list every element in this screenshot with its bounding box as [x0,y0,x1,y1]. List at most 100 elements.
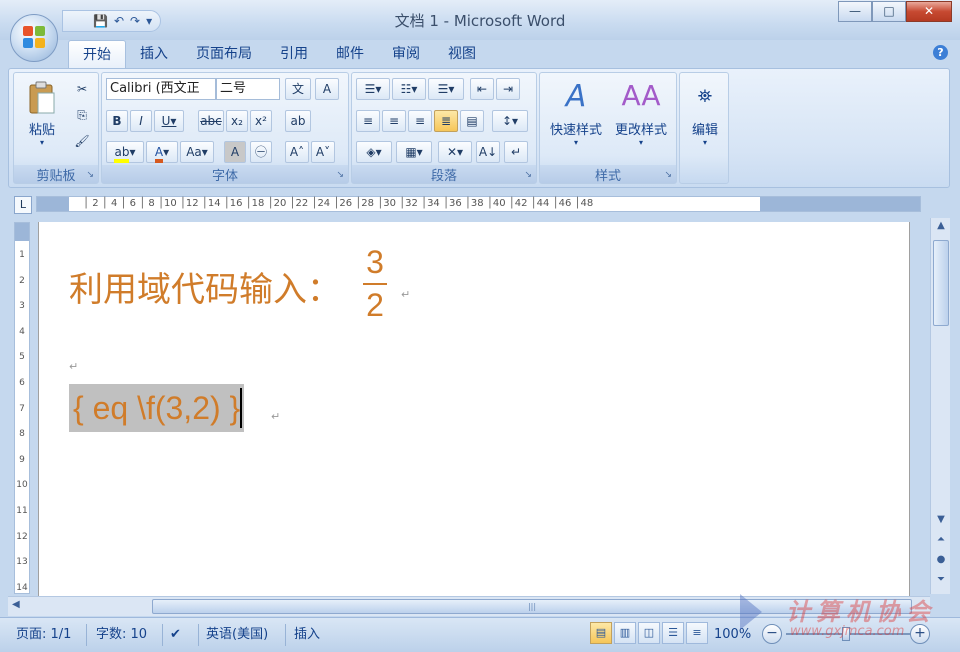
font-name-box[interactable]: Calibri (西文正 [106,78,216,100]
tab-mailings[interactable]: 邮件 [322,40,378,68]
previous-page-icon[interactable]: ⏶ [933,534,949,550]
horizontal-ruler[interactable]: │ 2 │ 4 │ 6 │ 8 │10 │12 │14 │16 │18 │20 … [36,196,921,212]
full-screen-reading-view-icon[interactable]: ▥ [614,622,636,644]
multilevel-list-button[interactable]: ☰▾ [428,78,464,100]
paste-label: 粘贴 [28,123,55,138]
view-buttons: ▤ ▥ ◫ ☰ ≡ [590,622,708,644]
highlight-color-button[interactable]: ab▾ [106,141,144,163]
underline-button[interactable]: U▾ [154,110,184,132]
enclose-characters-icon[interactable]: ㊀ [250,141,272,163]
dialog-launcher-icon[interactable]: ↘ [86,170,94,180]
character-shading-icon[interactable]: A [224,141,246,163]
field-code[interactable]: { eq \f(3,2) } [69,384,245,432]
scroll-down-icon[interactable]: ▼ [933,514,949,530]
bullets-button[interactable]: ☰▾ [356,78,390,100]
editing-group: ⛯ 编辑 ▾ [679,72,729,184]
subscript-button[interactable]: x₂ [226,110,248,132]
print-layout-view-icon[interactable]: ▤ [590,622,612,644]
select-browse-object-icon[interactable]: ● [933,554,949,570]
grow-font-icon[interactable]: A˄ [285,141,309,163]
web-layout-view-icon[interactable]: ◫ [638,622,660,644]
align-center-icon[interactable]: ≡ [382,110,406,132]
format-painter-icon[interactable]: 🖌 [70,131,94,153]
align-left-icon[interactable]: ≡ [356,110,380,132]
zoom-slider-thumb[interactable] [842,627,850,641]
align-right-icon[interactable]: ≡ [408,110,432,132]
increase-indent-icon[interactable]: ⇥ [496,78,520,100]
font-size-box[interactable]: 二号 [216,78,280,100]
office-logo-icon [23,26,47,50]
font-color-button[interactable]: A▾ [146,141,178,163]
sort-icon[interactable]: A↓ [476,141,500,163]
document-page[interactable]: 利用域代码输入： 3 2 ↵ ↵ { eq \f(3,2) } ↵ [38,222,910,596]
tab-references[interactable]: 引用 [266,40,322,68]
page-count[interactable]: 页面: 1/1 [16,624,71,646]
borders-button[interactable]: ▦▾ [396,141,432,163]
zoom-in-icon[interactable]: + [910,624,930,644]
character-border-icon[interactable]: A [315,78,339,100]
language-indicator[interactable]: 英语(美国) [206,624,268,646]
distributed-icon[interactable]: ▤ [460,110,484,132]
shrink-font-icon[interactable]: A˅ [311,141,335,163]
paragraph-mark: ↵ [401,288,411,301]
tab-view[interactable]: 视图 [434,40,490,68]
tab-insert[interactable]: 插入 [126,40,182,68]
line-spacing-button[interactable]: ↕▾ [492,110,528,132]
scroll-up-icon[interactable]: ▲ [933,220,949,236]
zoom-level[interactable]: 100% [714,624,751,646]
phonetic-guide-icon[interactable]: 文 [285,78,311,100]
font-dialog-launcher-icon[interactable]: ↘ [336,170,344,180]
quick-styles-icon: A [565,79,587,114]
chinese-layout-button[interactable]: ✕▾ [438,141,472,163]
word-count[interactable]: 字数: 10 [96,624,147,646]
copy-icon[interactable]: ⎘ [70,105,94,127]
decrease-indent-icon[interactable]: ⇤ [470,78,494,100]
vertical-scroll-thumb[interactable] [933,240,949,326]
zoom-out-icon[interactable]: − [762,624,782,644]
paragraph-dialog-launcher-icon[interactable]: ↘ [524,170,532,180]
scroll-left-icon[interactable]: ◀ [12,599,20,610]
cut-icon[interactable]: ✂ [70,79,94,101]
tab-home[interactable]: 开始 [68,40,126,68]
tab-page-layout[interactable]: 页面布局 [182,40,266,68]
horizontal-scrollbar[interactable]: ◀ ||| [8,596,930,616]
paste-dropdown-icon[interactable]: ▾ [20,138,64,147]
paste-button[interactable]: 粘贴 ▾ [20,81,64,147]
minimize-button[interactable]: — [838,1,872,22]
tab-review[interactable]: 审阅 [378,40,434,68]
horizontal-scroll-thumb[interactable]: ||| [152,599,912,614]
fraction-result: 3 2 [363,244,387,324]
bold-button[interactable]: B [106,110,128,132]
maximize-button[interactable]: □ [872,1,906,22]
vertical-ruler[interactable]: 1 2 3 4 5 6 7 8 9 10 11 12 13 14 [14,222,30,594]
styles-dialog-launcher-icon[interactable]: ↘ [664,170,672,180]
help-icon[interactable]: ? [933,45,948,60]
ruler-numbers: │ 2 │ 4 │ 6 │ 8 │10 │12 │14 │16 │18 │20 … [83,198,594,209]
top-margin-area [15,223,29,241]
vertical-scrollbar[interactable]: ▲ ▼ ⏶ ● ⏷ [930,218,950,594]
clear-formatting-icon[interactable]: ab [285,110,311,132]
office-button[interactable] [10,14,58,62]
editing-button[interactable]: ⛯ 编辑 ▾ [682,79,728,147]
change-case-button[interactable]: Aa▾ [180,141,214,163]
tab-selector[interactable]: L [14,196,32,214]
quick-styles-button[interactable]: A 快速样式 ▾ [544,79,608,147]
shading-button[interactable]: ◈▾ [356,141,392,163]
close-button[interactable]: ✕ [906,1,952,22]
draft-view-icon[interactable]: ≡ [686,622,708,644]
numbering-button[interactable]: ☷▾ [392,78,426,100]
next-page-icon[interactable]: ⏷ [933,574,949,590]
insert-mode[interactable]: 插入 [294,624,320,646]
change-styles-button[interactable]: AA 更改样式 ▾ [608,79,674,147]
fraction-numerator: 3 [366,244,384,280]
outline-view-icon[interactable]: ☰ [662,622,684,644]
superscript-button[interactable]: x² [250,110,272,132]
justify-icon[interactable]: ≣ [434,110,458,132]
proofing-icon[interactable]: ✔ [170,624,181,646]
show-hide-marks-icon[interactable]: ↵ [504,141,528,163]
italic-button[interactable]: I [130,110,152,132]
vertical-ruler-numbers: 1 2 3 4 5 6 7 8 9 10 11 12 13 14 [16,250,28,593]
styles-group: A 快速样式 ▾ AA 更改样式 ▾ 样式 ↘ [539,72,677,184]
strikethrough-button[interactable]: abc [198,110,224,132]
fraction-bar [363,283,387,285]
